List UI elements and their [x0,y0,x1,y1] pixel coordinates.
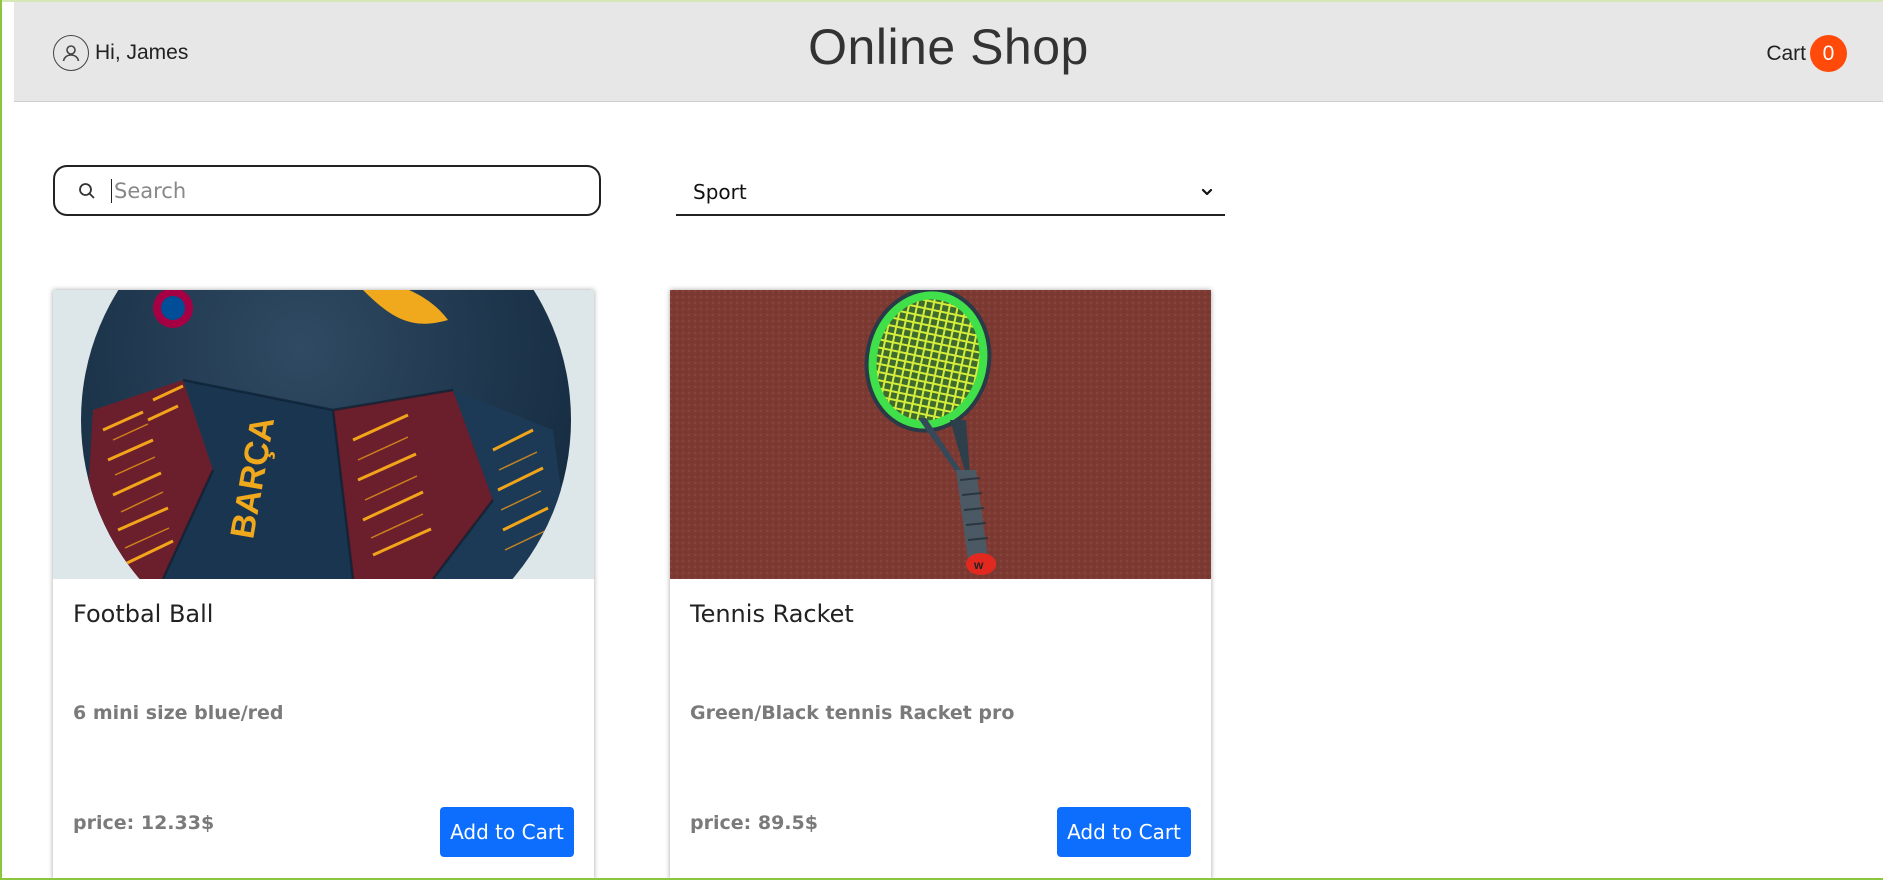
football-ball-image: BARÇA [53,290,594,579]
page: Hi, James Online Shop Cart 0 Sport [0,0,1883,880]
chevron-down-icon [1199,184,1215,200]
search-box [53,165,601,216]
product-price: price: 12.33$ [73,812,215,834]
add-to-cart-button[interactable]: Add to Cart [1057,807,1191,857]
add-to-cart-button[interactable]: Add to Cart [440,807,574,857]
product-card: BARÇA Footbal Ball 6 mini size blue/red … [53,290,594,880]
category-selected-value: Sport [693,180,747,204]
cart-count-badge: 0 [1810,35,1847,72]
product-description: 6 mini size blue/red [73,702,284,724]
site-title: Online Shop [808,19,1089,75]
search-input[interactable] [111,178,574,203]
svg-text:w: w [973,558,984,572]
product-card: w Tennis Racket Green/Black tennis Racke… [670,290,1211,880]
cart-button[interactable]: Cart 0 [1766,35,1847,72]
tennis-racket-image: w [670,290,1211,579]
cart-label: Cart [1766,41,1806,65]
product-name: Tennis Racket [690,600,854,628]
product-name: Footbal Ball [73,600,214,628]
product-price: price: 89.5$ [690,812,818,834]
header-bar: Hi, James Online Shop Cart 0 [14,2,1883,102]
window-left-border [0,0,2,880]
search-icon [77,181,97,201]
product-description: Green/Black tennis Racket pro [690,702,1015,724]
category-select[interactable]: Sport [676,170,1225,216]
